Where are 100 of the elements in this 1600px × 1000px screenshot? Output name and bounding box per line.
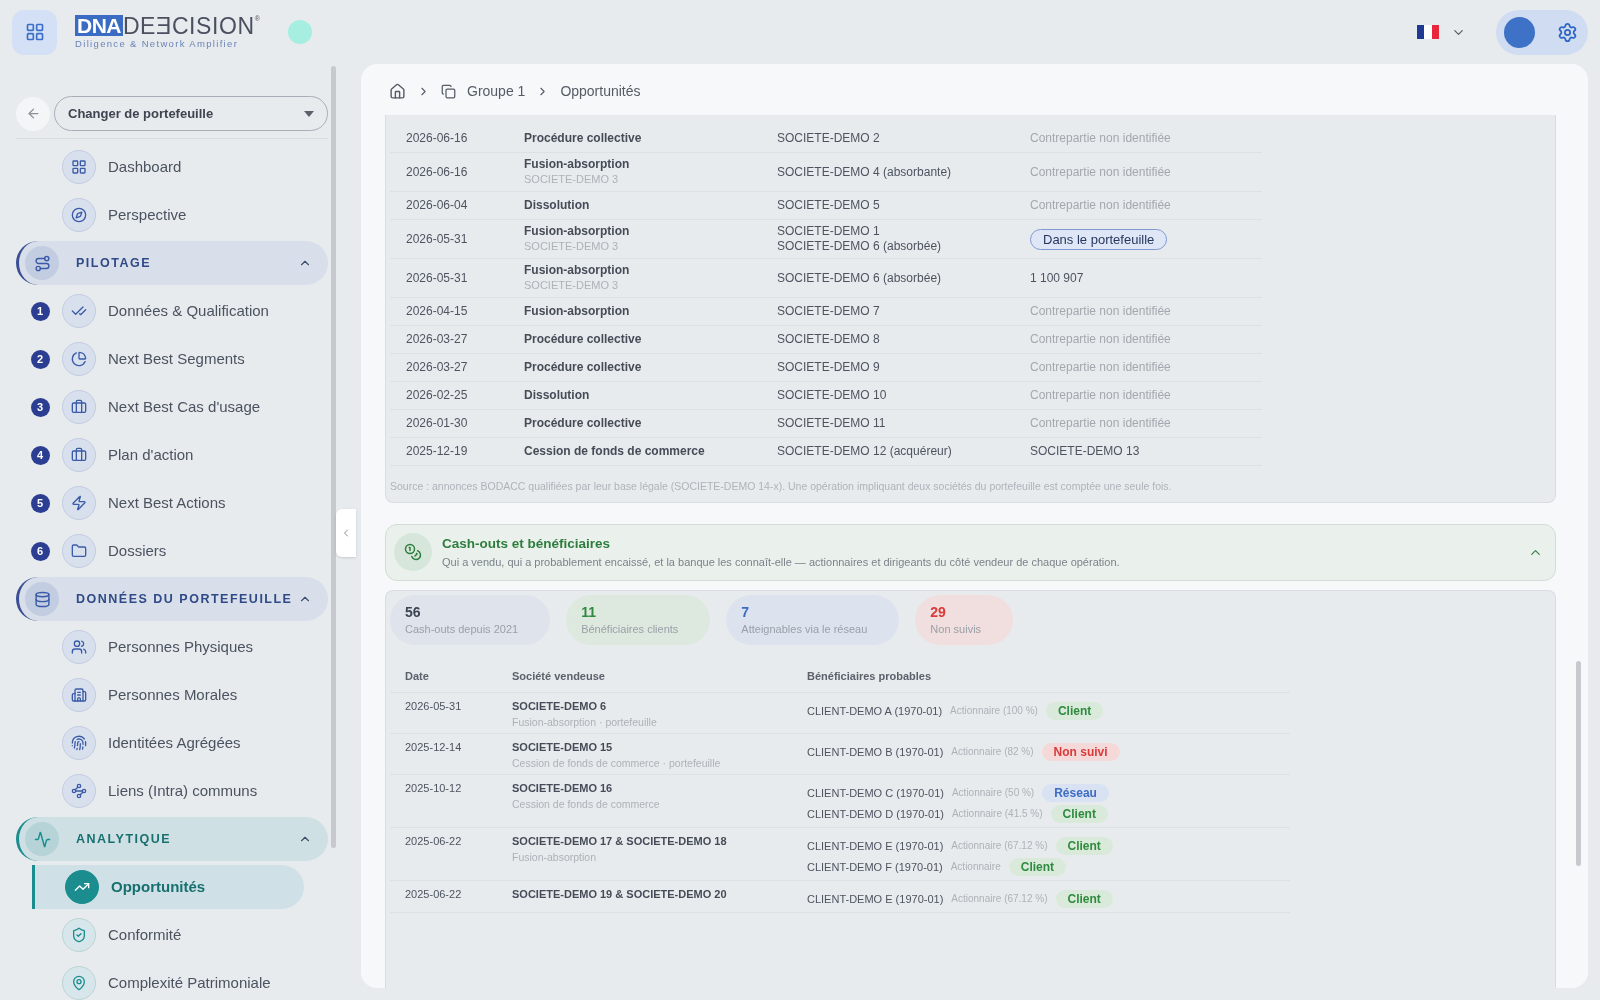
beneficiary-role: Actionnaire (41.5 %) [951,806,1043,821]
date-cell-text: 2025-12-14 [405,739,463,755]
counterparty-cell: Contrepartie non identifiée [1030,164,1171,180]
seller-detail: Cession de fonds de commerce [512,796,661,811]
date-cell-text: 2026-03-27 [406,360,469,375]
section-header[interactable]: PILOTAGE [16,241,328,285]
counterparty-cell: Contrepartie non identifiée [1030,131,1171,146]
seller-detail: Fusion-absorption [512,849,598,864]
operation-type: Fusion-absorption [524,263,631,278]
sidebar-item[interactable]: Opportunités [32,865,304,909]
stat-card: 7 Atteignables via le réseau [726,594,900,645]
seller-name: SOCIETE-DEMO 16 [512,780,614,795]
beneficiary-role: Actionnaire (67.12 %) [951,891,1048,906]
scrollbar[interactable] [331,66,336,848]
grid-icon [24,22,45,42]
item-icon [62,486,96,520]
date-cell-text: 2026-03-27 [406,332,469,347]
company-cell-text: SOCIETE-DEMO 6 (absorbée) [777,239,943,254]
status-badge: Réseau [1042,783,1109,802]
date-cell-text: 2025-12-19 [406,444,469,459]
section-icon [25,246,59,280]
company-cell-text: SOCIETE-DEMO 4 (absorbante) [777,164,953,180]
breadcrumb-link[interactable]: Groupe 1 [467,80,526,102]
operation-type: Dissolution [524,388,591,403]
counterparty-cell: Contrepartie non identifiée [1030,332,1171,347]
beneficiary-name: CLIENT-DEMO B (1970-01) [807,744,944,759]
sidebar-item[interactable]: Liens (Intra) communs [32,769,304,813]
step-badge: 1 [30,301,50,321]
beneficiary-role: Actionnaire (67.12 %) [951,838,1048,853]
sidebar-item[interactable]: Dashboard [32,145,304,189]
step-badge: 6 [30,541,50,561]
counterparty-cell: Contrepartie non identifiée [1030,360,1171,375]
avatar[interactable] [1504,16,1535,48]
item-icon [62,966,96,1000]
scrollbar[interactable] [1576,661,1581,866]
section-icon [25,822,59,856]
seller-name: SOCIETE-DEMO 6 [512,698,608,713]
status-badge: Client [1008,857,1067,876]
operation-type: Fusion-absorption [524,224,631,239]
operation-type: Fusion-absorption [524,304,631,319]
status-badge: Client [1055,889,1113,908]
operation-type: Procédure collective [524,416,643,431]
section-title: Cash-outs et bénéficiaires [442,534,612,553]
company-cell-text: SOCIETE-DEMO 10 [777,388,888,403]
counterparty-cell: Contrepartie non identifiée [1030,388,1171,403]
sidebar-item[interactable]: Personnes Physiques [32,625,304,669]
date-cell-text: 2026-02-25 [406,388,469,403]
flag-icon [1417,24,1439,40]
portfolio-badge: Dans le portefeuille [1030,228,1168,250]
date-cell-text: 2026-04-15 [406,304,469,319]
item-icon [62,198,96,232]
section-header[interactable]: DONNÉES DU PORTEFEUILLE [16,577,328,621]
dropdown-triangle-icon [304,110,314,117]
sidebar-item[interactable]: Perspective [32,193,304,237]
stat-card: 29 Non suivis [915,594,1014,645]
cashouts-header[interactable]: Cash-outs et bénéficiaires Qui a vendu, qui a probablement encaissé, et la banque les connaît-elle — actionnaires et dirigeants du côté vendeur de chaque opération. [385,523,1556,581]
item-icon [62,678,96,712]
sidebar-item[interactable]: Personnes Morales [32,673,304,717]
counterparty-cell: 1 100 907 [1030,270,1084,286]
section-icon [25,582,59,616]
section-header[interactable]: ANALYTIQUE [16,817,328,861]
column-header: Bénéficiaires probables [807,669,932,684]
beneficiary-name: CLIENT-DEMO C (1970-01) [807,785,944,800]
seller-name: SOCIETE-DEMO 15 [512,739,614,754]
sidebar-item[interactable]: Conformité [32,913,304,957]
status-badge: Client [1050,804,1108,823]
coins-icon [394,533,432,572]
sidebar-item[interactable]: Identitées Agrégées [32,721,304,765]
date-cell-text: 2026-05-31 [406,231,469,247]
seller-name: SOCIETE-DEMO 17 & SOCIETE-DEMO 18 [512,833,728,848]
date-cell-text: 2026-06-16 [406,164,469,180]
item-icon [62,534,96,568]
beneficiary-role: Actionnaire [950,859,1001,874]
item-icon [62,342,96,376]
step-badge: 2 [30,349,50,369]
operation-subject: SOCIETE-DEMO 3 [524,278,620,293]
home-icon[interactable] [389,82,406,100]
seller-detail: Fusion-absorption · portefeuille [512,714,658,729]
date-cell-text: 2026-05-31 [405,698,463,714]
apps-button[interactable] [12,9,57,55]
company-cell-text: SOCIETE-DEMO 7 [777,304,881,319]
company-cell-text: SOCIETE-DEMO 9 [777,360,881,375]
status-badge: Client [1045,701,1104,720]
company-cell-text: SOCIETE-DEMO 6 (absorbée) [777,270,943,286]
operation-type: Procédure collective [524,332,643,347]
company-cell-text: SOCIETE-DEMO 2 [777,131,881,146]
language-select[interactable] [1417,24,1466,40]
operation-subject: SOCIETE-DEMO 3 [524,172,620,187]
operation-type: Dissolution [524,198,591,213]
settings-icon[interactable] [1557,21,1578,43]
counterparty-cell: Contrepartie non identifiée [1030,416,1171,431]
stat-card: 56 Cash-outs depuis 2021 [390,594,551,645]
item-icon [65,870,99,904]
arrow-left-icon [25,106,41,121]
sidebar-item[interactable]: Complexité Patrimoniale [32,961,304,1000]
company-cell-text: SOCIETE-DEMO 5 [777,198,881,213]
item-icon [62,150,96,184]
date-cell-text: 2026-05-31 [406,270,469,286]
breadcrumb-link[interactable]: Opportunités [560,80,641,102]
seller-detail: Cession de fonds de commerce · portefeuille [512,755,722,770]
